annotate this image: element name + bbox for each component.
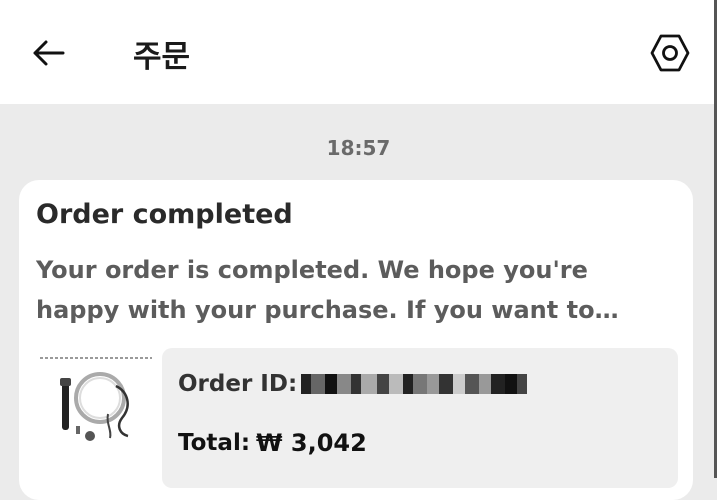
order-message-card[interactable]: Order completed Your order is completed.… — [19, 180, 693, 500]
arrow-left-icon — [33, 40, 65, 66]
order-info-box[interactable]: Order ID: Total: ₩ 3,042 — [162, 348, 678, 488]
product-thumbnail[interactable] — [36, 350, 156, 470]
total-label: Total: — [178, 430, 251, 456]
message-title: Order completed — [36, 199, 293, 230]
settings-button[interactable] — [646, 30, 694, 76]
hexagon-settings-icon — [650, 34, 690, 72]
total-row: Total: ₩ 3,042 — [178, 426, 367, 460]
order-id-pixelated — [301, 372, 528, 396]
order-id-row: Order ID: — [178, 368, 528, 400]
order-id-label: Order ID: — [178, 371, 298, 397]
product-image — [36, 350, 156, 470]
app-header: 주문 — [0, 0, 717, 104]
page-title: 주문 — [133, 38, 191, 75]
total-value: ₩ 3,042 — [256, 429, 367, 457]
message-timestamp: 18:57 — [326, 136, 391, 160]
back-button[interactable] — [24, 30, 72, 76]
message-body: Your order is completed. We hope you're … — [36, 256, 595, 324]
